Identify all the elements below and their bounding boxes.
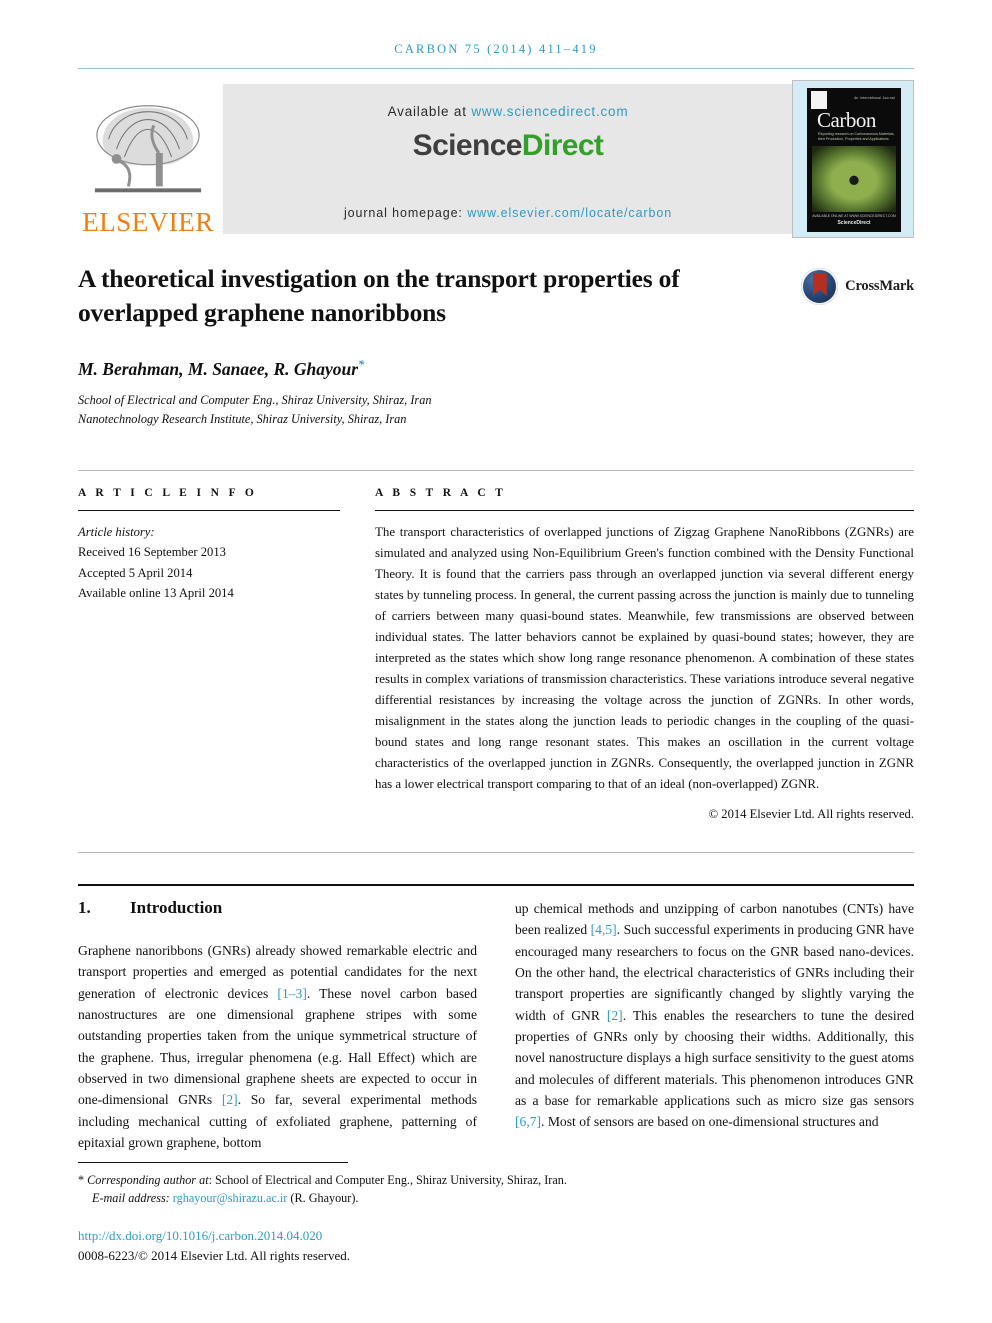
- elsevier-wordmark: ELSEVIER: [82, 207, 214, 237]
- abstract-copyright: © 2014 Elsevier Ltd. All rights reserved…: [708, 807, 914, 822]
- intro-right-text-4: . Most of sensors are based on one-dimen…: [541, 1114, 879, 1130]
- abstract-heading: A B S T R A C T: [375, 487, 507, 499]
- body-columns: 1. Introduction Graphene nanoribbons (GNR…: [78, 898, 914, 1168]
- article-info-heading-rule: [78, 510, 340, 511]
- cover-elsevier-mark: [811, 91, 827, 109]
- corresponding-author-label: Corresponding author at: [87, 1173, 209, 1187]
- body-top-rule: [78, 884, 914, 886]
- doi-link[interactable]: http://dx.doi.org/10.1016/j.carbon.2014.…: [78, 1228, 322, 1244]
- body-column-right: up chemical methods and unzipping of car…: [515, 898, 914, 1133]
- crossmark-label: CrossMark: [845, 278, 914, 294]
- elsevier-logo: ELSEVIER: [78, 80, 218, 238]
- cover-kicker: An International Journal: [854, 96, 895, 100]
- elsevier-tree-icon: [94, 105, 202, 193]
- abstract-heading-rule: [375, 510, 914, 511]
- author-list: M. Berahman, M. Sanaee, R. Ghayour*: [78, 357, 738, 380]
- affiliation-1: School of Electrical and Computer Eng., …: [78, 393, 432, 408]
- cover-subtitle: Reporting research on Carbonaceous Mater…: [818, 132, 895, 142]
- article-accepted-date: Accepted 5 April 2014: [78, 565, 193, 580]
- corresponding-author-note: * Corresponding author at: School of Ele…: [78, 1172, 778, 1190]
- intro-paragraph-left: Graphene nanoribbons (GNRs) already show…: [78, 940, 477, 1153]
- corresponding-author-address: : School of Electrical and Computer Eng.…: [208, 1173, 567, 1187]
- abstract-text: The transport characteristics of overlap…: [375, 525, 914, 792]
- abstract-column: A B S T R A C T The transport characteri…: [375, 487, 914, 822]
- email-label: E-mail address:: [92, 1190, 170, 1205]
- article-page: CARBON 75 (2014) 411–419 ELSEVIER Availa…: [0, 0, 992, 1323]
- email-link[interactable]: rghayour@shirazu.ac.ir: [173, 1191, 288, 1205]
- sciencedirect-logo: ScienceDirect: [223, 129, 793, 163]
- footnote-block: * Corresponding author at: School of Ele…: [78, 1172, 778, 1208]
- email-note: E-mail address: rghayour@shirazu.ac.ir (…: [78, 1190, 778, 1208]
- title-block: A theoretical investigation on the trans…: [78, 262, 738, 429]
- masthead: ELSEVIER Available at www.sciencedirect.…: [78, 80, 914, 238]
- abstract-section-bottom-rule: [78, 852, 914, 853]
- page-title: A theoretical investigation on the trans…: [78, 264, 680, 327]
- citation-ref-2[interactable]: [2]: [222, 1092, 238, 1107]
- footnote-marker: *: [78, 1173, 85, 1187]
- abstract-section-top-rule: [78, 470, 914, 471]
- running-head: CARBON 75 (2014) 411–419: [394, 42, 598, 56]
- article-online-date: Available online 13 April 2014: [78, 586, 234, 601]
- journal-homepage-link[interactable]: www.elsevier.com/locate/carbon: [467, 206, 672, 220]
- footnote-rule: [78, 1162, 348, 1163]
- cover-footer-brand: ScienceDirect: [837, 220, 871, 226]
- body-column-left: 1. Introduction Graphene nanoribbons (GNR…: [78, 898, 477, 1153]
- sciencedirect-logo-direct: Direct: [521, 129, 604, 162]
- cover-journal-title: Carbon: [817, 108, 876, 132]
- sciencedirect-logo-science: Science: [412, 129, 523, 162]
- corresponding-author-marker: *: [358, 357, 365, 372]
- article-history-block: Article history: Received 16 September 2…: [78, 522, 340, 604]
- citation-ref-4-5[interactable]: [4,5]: [591, 922, 617, 937]
- available-at-line: Available at www.sciencedirect.com: [223, 104, 793, 119]
- citation-ref-6-7[interactable]: [6,7]: [515, 1114, 541, 1129]
- running-head-rule: [78, 68, 914, 69]
- citation-ref-1-3[interactable]: [1–3]: [277, 986, 306, 1001]
- available-prefix: Available at: [387, 104, 467, 119]
- intro-paragraph-right: up chemical methods and unzipping of car…: [515, 898, 914, 1133]
- article-info-heading: A R T I C L E I N F O: [78, 487, 258, 499]
- cover-footer: AVAILABLE ONLINE AT WWW.SCIENCEDIRECT.CO…: [807, 214, 901, 226]
- affiliation-list: School of Electrical and Computer Eng., …: [78, 391, 738, 429]
- journal-cover-image[interactable]: An International Journal Carbon Reportin…: [792, 80, 914, 238]
- affiliation-2: Nanotechnology Research Institute, Shira…: [78, 412, 407, 427]
- section-heading-introduction: 1. Introduction: [78, 898, 477, 918]
- journal-homepage-line: journal homepage: www.elsevier.com/locat…: [223, 206, 793, 220]
- crossmark-badge[interactable]: CrossMark: [801, 268, 914, 305]
- sciencedirect-url-link[interactable]: www.sciencedirect.com: [471, 104, 628, 119]
- sciencedirect-banner: Available at www.sciencedirect.com Scien…: [223, 84, 793, 234]
- section-number: 1.: [78, 898, 91, 917]
- section-title: Introduction: [130, 898, 223, 917]
- article-received-date: Received 16 September 2013: [78, 545, 226, 560]
- journal-cover-art: An International Journal Carbon Reportin…: [807, 88, 901, 232]
- issn-copyright-line: 0008-6223/© 2014 Elsevier Ltd. All right…: [78, 1248, 350, 1263]
- cover-footer-small: AVAILABLE ONLINE AT WWW.SCIENCEDIRECT.CO…: [812, 214, 896, 218]
- cover-photo: [812, 146, 896, 212]
- intro-left-text-2: . These novel carbon based nanostructure…: [78, 985, 477, 1108]
- journal-homepage-prefix: journal homepage:: [343, 206, 463, 220]
- article-info-column: A R T I C L E I N F O Article history: R…: [78, 487, 340, 604]
- crossmark-icon: [801, 268, 839, 305]
- citation-ref-2b[interactable]: [2]: [607, 1008, 623, 1023]
- email-owner: (R. Ghayour).: [290, 1190, 359, 1205]
- article-history-label: Article history:: [78, 525, 155, 539]
- author-names: M. Berahman, M. Sanaee, R. Ghayour: [78, 359, 359, 380]
